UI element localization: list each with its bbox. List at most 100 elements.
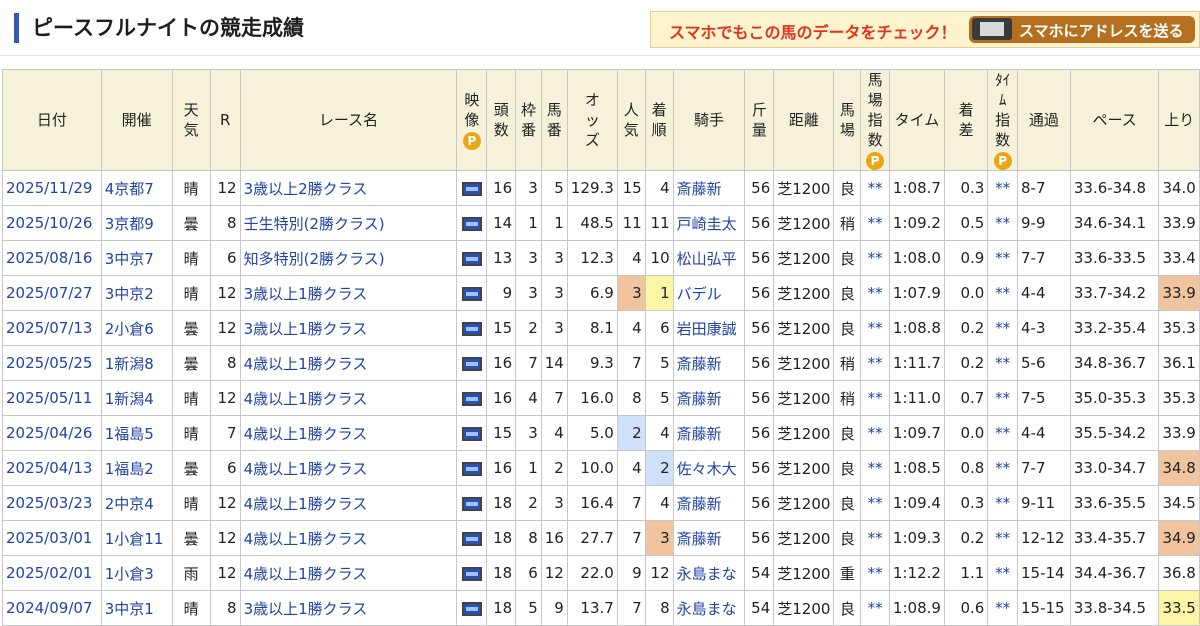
race-name-text[interactable]: 4歳以上1勝クラス [244,460,368,478]
venue-link[interactable]: 3京都9 [100,205,173,241]
jockey-link[interactable]: 松山弘平 [672,240,746,276]
race-date-link[interactable]: 2025/07/27 [2,275,102,311]
race-name-link[interactable]: 3歳以上1勝クラス [239,275,458,311]
race-name-link[interactable]: 4歳以上1勝クラス [239,555,458,591]
venue-link[interactable]: 4京都7 [100,170,173,206]
venue-link[interactable]: 1新潟4 [100,380,173,416]
venue-text[interactable]: 1福島2 [105,460,154,478]
race-name-link[interactable]: 知多特別(2勝クラス) [239,240,458,276]
send-to-phone-button[interactable]: スマホにアドレスを送る [969,16,1195,43]
jockey-link[interactable]: 永島まな [672,555,746,591]
venue-link[interactable]: 3中京2 [100,275,173,311]
jockey-link[interactable]: 永島まな [672,590,746,626]
jockey-text[interactable]: 永島まな [677,565,737,583]
venue-text[interactable]: 2中京4 [105,495,154,513]
video-icon[interactable] [461,356,482,371]
jockey-link[interactable]: 岩田康誠 [672,310,746,346]
race-date-link[interactable]: 2025/11/29 [2,170,102,206]
jockey-text[interactable]: 斎藤新 [677,355,722,373]
race-name-text[interactable]: 4歳以上1勝クラス [244,565,368,583]
race-date-text[interactable]: 2025/05/25 [6,354,92,372]
race-date-link[interactable]: 2025/03/23 [2,485,102,521]
jockey-link[interactable]: 斎藤新 [672,485,746,521]
race-date-link[interactable]: 2025/10/26 [2,205,102,241]
race-date-link[interactable]: 2025/08/16 [2,240,102,276]
race-date-text[interactable]: 2025/08/16 [6,249,92,267]
race-date-text[interactable]: 2025/07/13 [6,319,92,337]
race-name-link[interactable]: 4歳以上1勝クラス [239,380,458,416]
venue-text[interactable]: 4京都7 [105,180,154,198]
jockey-text[interactable]: 斎藤新 [677,495,722,513]
jockey-link[interactable]: 戸崎圭太 [672,205,746,241]
race-date-link[interactable]: 2025/07/13 [2,310,102,346]
race-date-link[interactable]: 2025/05/25 [2,345,102,381]
venue-text[interactable]: 1小倉11 [105,530,164,548]
race-name-link[interactable]: 3歳以上2勝クラス [239,170,458,206]
race-date-text[interactable]: 2025/03/23 [6,494,92,512]
race-name-text[interactable]: 3歳以上1勝クラス [244,320,368,338]
jockey-text[interactable]: 斎藤新 [677,180,722,198]
venue-link[interactable]: 1新潟8 [100,345,173,381]
race-name-text[interactable]: 4歳以上1勝クラス [244,495,368,513]
race-date-link[interactable]: 2025/04/26 [2,415,102,451]
race-date-link[interactable]: 2025/05/11 [2,380,102,416]
jockey-text[interactable]: 永島まな [677,600,737,618]
jockey-link[interactable]: バデル [672,275,746,311]
race-name-link[interactable]: 壬生特別(2勝クラス) [239,205,458,241]
jockey-text[interactable]: 斎藤新 [677,530,722,548]
race-date-text[interactable]: 2024/09/07 [6,599,92,617]
race-name-text[interactable]: 3歳以上2勝クラス [244,180,368,198]
video-icon[interactable] [461,321,482,336]
race-name-link[interactable]: 4歳以上1勝クラス [239,520,458,556]
venue-text[interactable]: 2小倉6 [105,320,154,338]
race-date-text[interactable]: 2025/04/26 [6,424,92,442]
race-date-text[interactable]: 2025/07/27 [6,284,92,302]
jockey-link[interactable]: 斎藤新 [672,380,746,416]
jockey-text[interactable]: バデル [677,285,722,303]
video-icon[interactable] [461,461,482,476]
venue-link[interactable]: 1小倉11 [100,520,173,556]
video-icon[interactable] [461,391,482,406]
venue-link[interactable]: 1小倉3 [100,555,173,591]
video-icon[interactable] [461,531,482,546]
venue-link[interactable]: 3中京1 [100,590,173,626]
race-name-text[interactable]: 4歳以上1勝クラス [244,355,368,373]
venue-text[interactable]: 3中京1 [105,600,154,618]
race-date-link[interactable]: 2024/09/07 [2,590,102,626]
race-date-link[interactable]: 2025/02/01 [2,555,102,591]
jockey-link[interactable]: 斎藤新 [672,415,746,451]
race-date-text[interactable]: 2025/04/13 [6,459,92,477]
race-name-text[interactable]: 知多特別(2勝クラス) [244,250,385,268]
race-date-text[interactable]: 2025/03/01 [6,529,92,547]
video-icon[interactable] [461,496,482,511]
video-icon[interactable] [461,216,482,231]
col-venue[interactable]: 開催 [100,69,173,171]
venue-text[interactable]: 1福島5 [105,425,154,443]
venue-link[interactable]: 1福島2 [100,450,173,486]
race-name-link[interactable]: 3歳以上1勝クラス [239,590,458,626]
jockey-text[interactable]: 戸崎圭太 [677,215,737,233]
venue-text[interactable]: 3中京7 [105,250,154,268]
race-name-link[interactable]: 4歳以上1勝クラス [239,450,458,486]
venue-link[interactable]: 2中京4 [100,485,173,521]
venue-text[interactable]: 1新潟8 [105,355,154,373]
venue-link[interactable]: 2小倉6 [100,310,173,346]
jockey-link[interactable]: 斎藤新 [672,345,746,381]
race-date-text[interactable]: 2025/05/11 [6,389,92,407]
race-date-link[interactable]: 2025/04/13 [2,450,102,486]
race-date-link[interactable]: 2025/03/01 [2,520,102,556]
race-name-text[interactable]: 4歳以上1勝クラス [244,530,368,548]
venue-text[interactable]: 3京都9 [105,215,154,233]
video-icon[interactable] [461,286,482,301]
venue-text[interactable]: 3中京2 [105,285,154,303]
race-date-text[interactable]: 2025/11/29 [6,179,92,197]
race-name-link[interactable]: 4歳以上1勝クラス [239,345,458,381]
race-name-text[interactable]: 3歳以上1勝クラス [244,600,368,618]
race-name-text[interactable]: 3歳以上1勝クラス [244,285,368,303]
video-icon[interactable] [461,566,482,581]
video-icon[interactable] [461,251,482,266]
video-icon[interactable] [461,601,482,616]
video-icon[interactable] [461,181,482,196]
race-name-link[interactable]: 3歳以上1勝クラス [239,310,458,346]
jockey-text[interactable]: 斎藤新 [677,390,722,408]
